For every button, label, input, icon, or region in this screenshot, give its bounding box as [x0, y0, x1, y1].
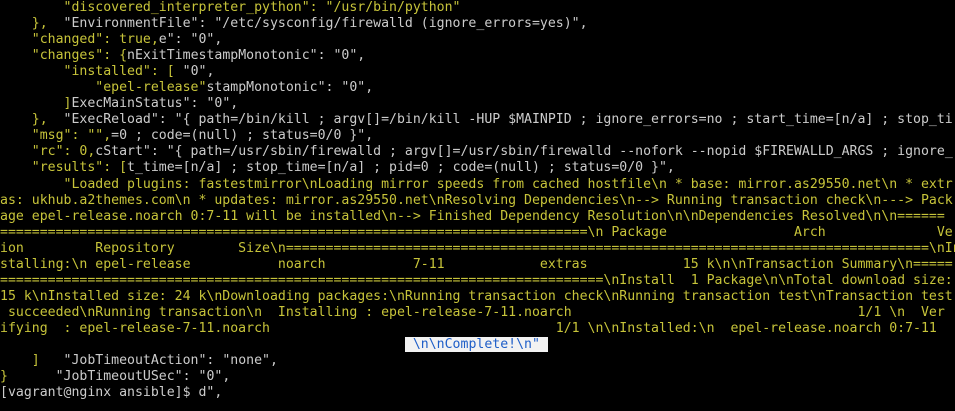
terminal-text: t_time=[n/a] ; stop_time=[n/a] ; pid=0 ;… [127, 160, 675, 176]
terminal-text: "epel-release" [0, 80, 207, 96]
terminal-line: ifying : epel-release-7-11.noarch 1/1 \n… [0, 321, 955, 337]
terminal-text: "msg": "", [0, 128, 112, 144]
terminal-line: succeeded\nRunning transaction\n Install… [0, 305, 955, 321]
terminal-line: "changes": {nExitTimestampMonotonic": "0… [0, 48, 955, 64]
terminal-text: stampMonotonic": "0", [206, 80, 374, 96]
terminal-text: ExecMainStatus": "0", [71, 96, 239, 112]
terminal-text: "installed": [ [0, 64, 183, 80]
terminal-text: [vagrant@nginx ansible]$ d", [0, 385, 223, 401]
terminal-text: ========================================… [0, 272, 953, 288]
terminal-line: "rc": 0,cStart": "{ path=/usr/sbin/firew… [0, 144, 955, 160]
terminal-line: ion Repository Size\n===================… [0, 241, 955, 257]
terminal-text: "Loaded plugins: fastestmirror\nLoading … [0, 176, 953, 192]
terminal-line: ========================================… [0, 273, 955, 289]
terminal-line: as: ukhub.a2themes.com\n * updates: mirr… [0, 193, 955, 209]
terminal-text: as: ukhub.a2themes.com\n * updates: mirr… [0, 192, 953, 208]
terminal-text: } [0, 369, 8, 385]
terminal-line: "discovered_interpreter_python": "/usr/b… [0, 0, 955, 16]
terminal-text: ifying : epel-release-7-11.noarch 1/1 \n… [0, 320, 937, 336]
terminal-line: "Loaded plugins: fastestmirror\nLoading … [0, 177, 955, 193]
terminal-text: "changes": { [0, 48, 128, 64]
terminal-text: =0 ; code=(null) ; status=0/0 }", [111, 128, 374, 144]
terminal-text: "0", [182, 64, 215, 80]
terminal-text: ion Repository Size\n===================… [0, 240, 955, 256]
terminal-text: "ExecReload": "{ path=/bin/kill ; argv[]… [47, 112, 953, 128]
terminal-line: 15 k\nInstalled size: 24 k\nDownloading … [0, 289, 955, 305]
terminal-line: ]ExecMainStatus": "0", [0, 96, 955, 112]
terminal-line: }, "ExecReload": "{ path=/bin/kill ; arg… [0, 112, 955, 128]
terminal-text: e": "0", [158, 32, 223, 48]
terminal-text: ========================================… [0, 224, 955, 240]
terminal-text: nExitTimestampMonotonic": "0", [127, 48, 366, 64]
terminal-text: }, [0, 16, 48, 32]
terminal-text: stalling:\n epel-release noarch 7-11 ext… [0, 256, 953, 272]
terminal-line: ========================================… [0, 225, 955, 241]
terminal-line: "msg": "",=0 ; code=(null) ; status=0/0 … [0, 128, 955, 144]
terminal-text: "results": [ [0, 160, 128, 176]
terminal-text: ] [0, 353, 40, 369]
terminal-text: "changed": true, [0, 32, 159, 48]
terminal-line: "epel-release"stampMonotonic": "0", [0, 80, 955, 96]
terminal-text: cStart": "{ path=/usr/sbin/firewalld ; a… [95, 144, 953, 160]
terminal-line: "installed": [ "0", [0, 64, 955, 80]
terminal-text: }, [0, 112, 48, 128]
terminal-line: }, "EnvironmentFile": "/etc/sysconfig/fi… [0, 16, 955, 32]
terminal-line: ] "JobTimeoutAction": "none", [0, 353, 955, 369]
prompt-line[interactable]: [vagrant@nginx ansible]$ d", [0, 385, 955, 401]
terminal-text: "rc": 0, [0, 144, 96, 160]
terminal-text: age epel-release.noarch 0:7-11 will be i… [0, 208, 945, 224]
terminal-text: succeeded\nRunning transaction\n Install… [0, 304, 945, 320]
terminal-text: "EnvironmentFile": "/etc/sysconfig/firew… [47, 16, 588, 32]
terminal-text: "JobTimeoutUSec": "0", [7, 369, 231, 385]
terminal-text: 15 k\nInstalled size: 24 k\nDownloading … [0, 288, 953, 304]
terminal-line: \n\nComplete!\n" [0, 336, 955, 353]
terminal-window[interactable]: "discovered_interpreter_python": "/usr/b… [0, 0, 955, 411]
terminal-line: } "JobTimeoutUSec": "0", [0, 369, 955, 385]
terminal-text: "JobTimeoutAction": "none", [39, 353, 278, 369]
terminal-line: age epel-release.noarch 0:7-11 will be i… [0, 209, 955, 225]
terminal-text: ] [0, 96, 72, 112]
selected-text: \n\nComplete!\n" [404, 336, 548, 352]
terminal-text: "discovered_interpreter_python": "/usr/b… [0, 0, 461, 15]
terminal-line: "results": [t_time=[n/a] ; stop_time=[n/… [0, 160, 955, 176]
terminal-line: stalling:\n epel-release noarch 7-11 ext… [0, 257, 955, 273]
terminal-line: "changed": true,e": "0", [0, 32, 955, 48]
